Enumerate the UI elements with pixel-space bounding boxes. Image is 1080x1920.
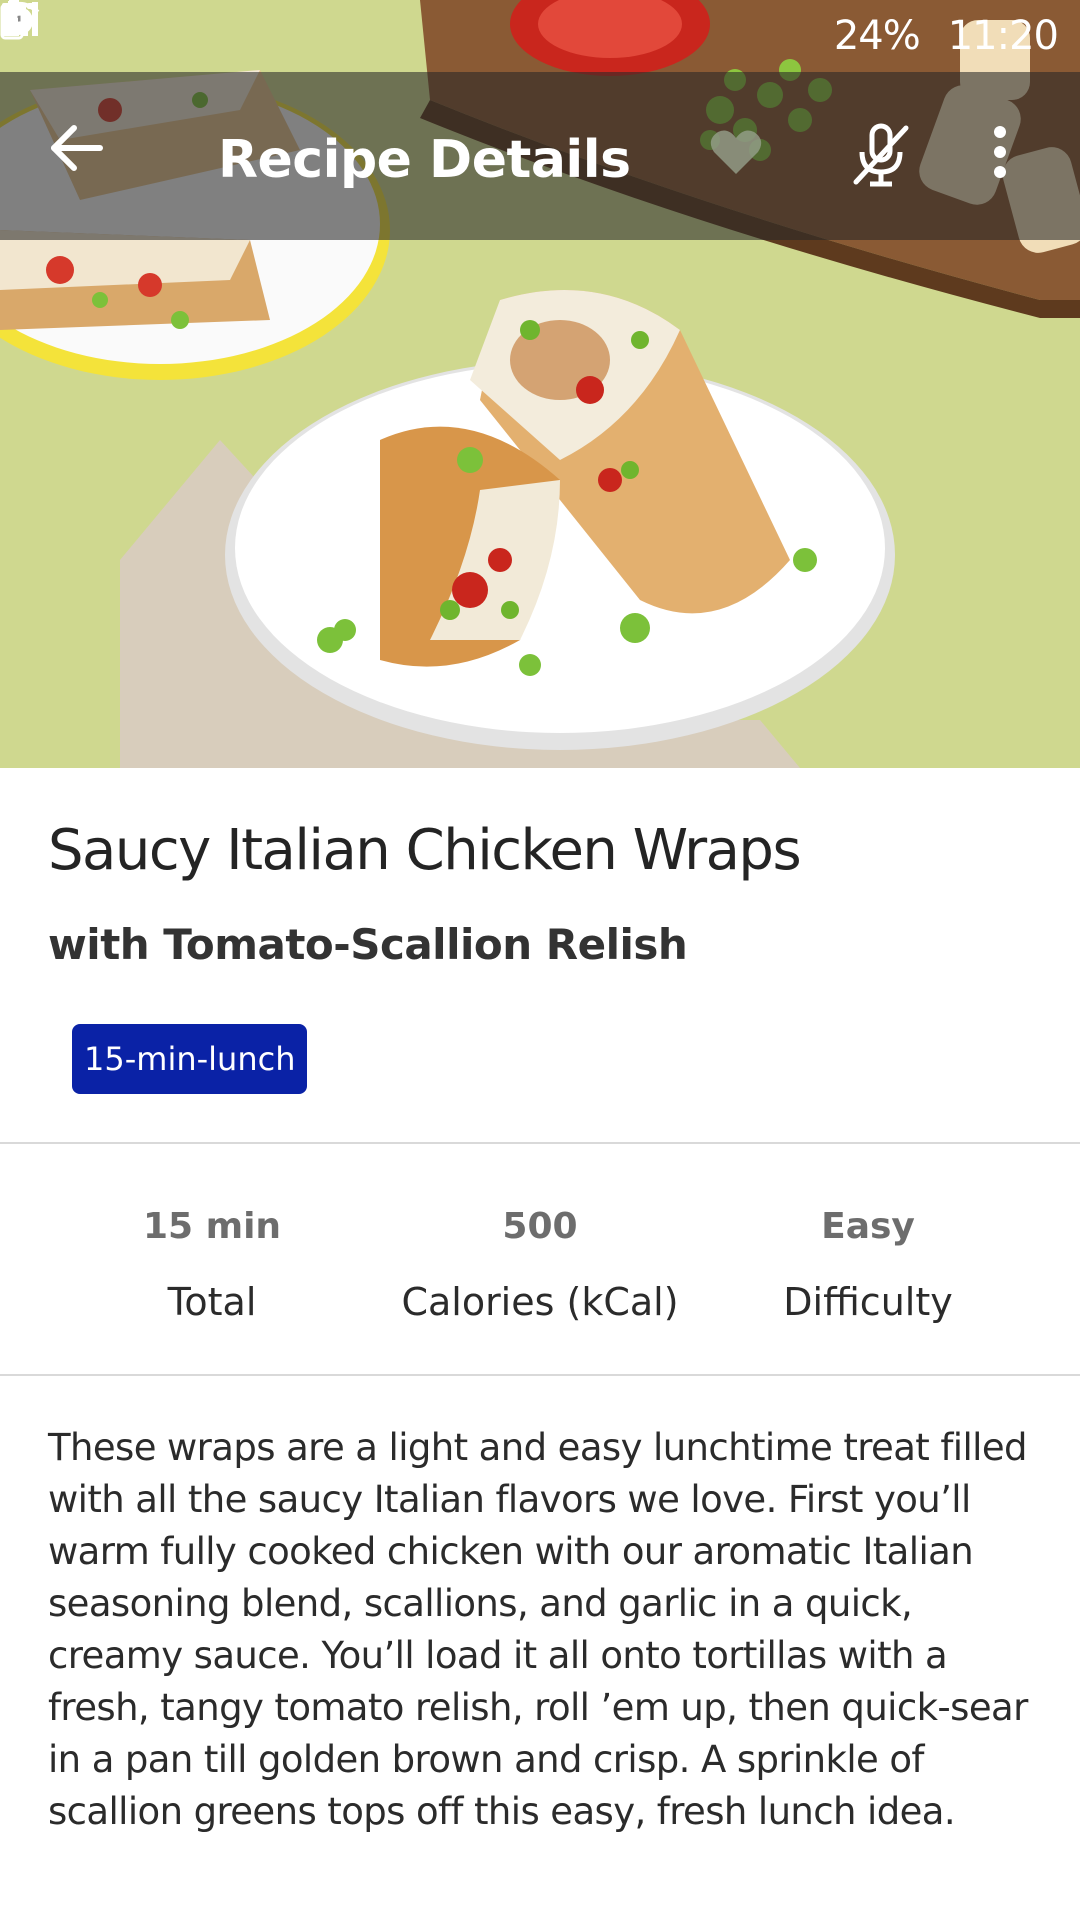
more-vertical-icon: [994, 126, 1006, 178]
more-options-button[interactable]: [990, 124, 1038, 200]
divider: [0, 1374, 1080, 1376]
battery-percent: 24%: [833, 13, 921, 59]
heart-icon: [710, 130, 762, 174]
mic-off-icon: [853, 123, 909, 187]
recipe-subtitle: with Tomato-Scallion Relish: [48, 920, 688, 969]
stat-label: Total: [167, 1280, 257, 1324]
voice-mode-button[interactable]: [850, 122, 930, 202]
recipe-description: These wraps are a light and easy lunchti…: [48, 1426, 1028, 1833]
back-button[interactable]: [48, 124, 120, 196]
page-title: Recipe Details: [218, 130, 631, 190]
recipe-hero-image: 24% 11:20 Recipe Details: [0, 0, 1080, 768]
stat-value: 500: [502, 1206, 578, 1247]
app-bar: Recipe Details: [0, 72, 1080, 240]
stat-value: 15 min: [142, 1206, 282, 1247]
stat-label: Difficulty: [783, 1280, 953, 1324]
favorite-button[interactable]: [708, 128, 780, 200]
recipe-details-screen: 24% 11:20 Recipe Details Saucy Italian C…: [0, 0, 1080, 1920]
stat-label: Calories (kCal): [401, 1280, 679, 1324]
recipe-title: Saucy Italian Chicken Wraps: [48, 818, 802, 883]
stat-value: Easy: [821, 1206, 915, 1247]
status-bar: 24% 11:20: [0, 0, 1080, 72]
recipe-stats: 15 min Total 500 Calories (kCal) Easy Di…: [0, 1144, 1080, 1374]
arrow-left-icon: [51, 125, 103, 171]
status-time: 11:20: [947, 13, 1059, 59]
recipe-tag-chip[interactable]: 15-min-lunch: [72, 1024, 308, 1094]
